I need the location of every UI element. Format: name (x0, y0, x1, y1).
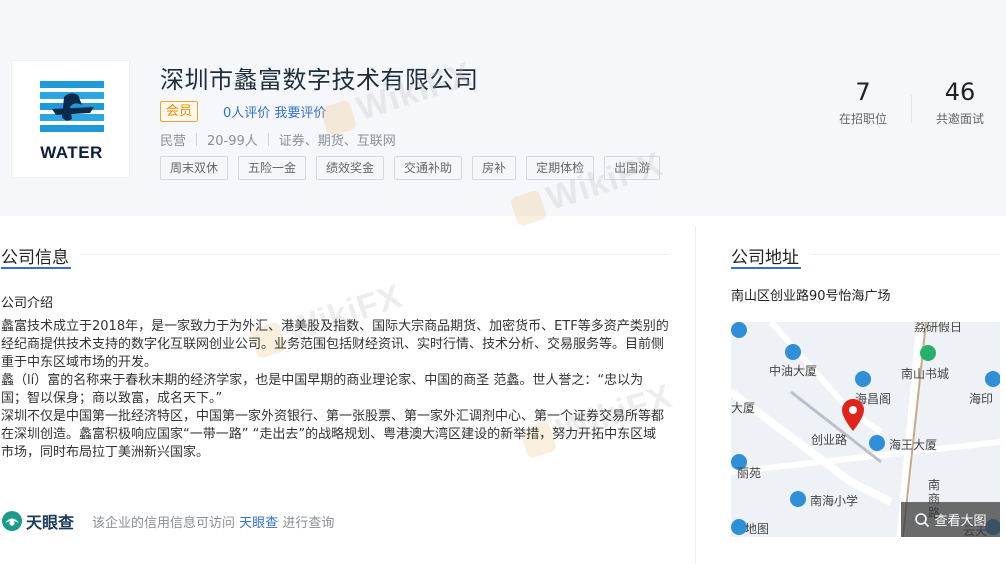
tianyancha-credit: 天眼查 该企业的信用信息可访问 天眼查 进行查询 (1, 509, 334, 533)
benefit-tags: 周末双休 五险一金 绩效奖金 交通补助 房补 定期体检 出国游 (160, 156, 670, 180)
jobs-stat[interactable]: 7 在招职位 (833, 78, 893, 127)
jobs-label: 在招职位 (838, 112, 887, 126)
map-label: 荔研假日 (914, 322, 963, 334)
map-label: 南海小学 (810, 494, 859, 508)
intro-paragraph: 蠡富技术成立于2018年，是一家致力于为外汇、港美股及指数、国际大宗商品期货、加… (1, 319, 669, 370)
map-label: 中油大厦 (769, 364, 818, 378)
map-label: 海印 (969, 392, 994, 406)
reviews: 0人评价 我要评价 (223, 102, 326, 121)
tianyancha-logo[interactable]: 天眼查 (1, 509, 74, 533)
intro-label: 公司介绍 (1, 296, 54, 311)
tianyancha-text: 该企业的信用信息可访问 (92, 515, 236, 531)
benefit-tag: 五险一金 (238, 156, 307, 180)
benefit-tag: 周末双休 (160, 156, 229, 180)
location-map[interactable]: 荔研假日 中油大厦 海昌阁 南山书城 海印 大厦 创业路 海王大厦 丽苑 南 商… (731, 322, 1000, 537)
benefit-tag: 交通补助 (394, 156, 463, 180)
address-section-title: 公司地址 (731, 248, 799, 268)
tianyancha-text: 进行查询 (282, 515, 335, 531)
company-size: 20-99人 (207, 134, 258, 149)
tianyancha-link[interactable]: 天眼查 (239, 516, 278, 531)
benefit-tag: 定期体检 (526, 156, 595, 180)
tianyancha-icon (2, 511, 22, 531)
location-pin-icon (842, 399, 864, 431)
benefit-tag: 房补 (472, 156, 517, 180)
tianyancha-name: 天眼查 (26, 513, 75, 532)
address-title-underline (731, 267, 801, 269)
write-review-link[interactable]: 我要评价 (274, 106, 326, 121)
title-rule (80, 254, 670, 255)
map-label: 丽苑 (737, 466, 762, 480)
tianyancha-note: 该企业的信用信息可访问 天眼查 进行查询 (92, 512, 334, 531)
search-icon (915, 512, 930, 527)
view-large-map-label: 查看大图 (934, 514, 987, 529)
interviews-stat[interactable]: 46 共邀面试 (930, 78, 990, 127)
column-divider (695, 226, 696, 564)
interviews-label: 共邀面试 (935, 112, 984, 126)
industry: 证券、期货、互联网 (278, 134, 396, 149)
company-name: 深圳市蠡富数字技术有限公司 (160, 66, 479, 94)
map-label: 创业路 (811, 433, 848, 447)
map-label: 南山书城 (901, 367, 950, 381)
map-label: 大厦 (731, 401, 756, 415)
stats-divider (911, 95, 912, 123)
interviews-count: 46 (944, 78, 976, 106)
benefit-tag: 绩效奖金 (316, 156, 385, 180)
company-logo: WATER (11, 60, 130, 178)
meta-divider (267, 133, 269, 146)
member-badge: 会员 (160, 101, 198, 122)
benefit-tag: 出国游 (604, 156, 661, 180)
jobs-count: 7 (855, 78, 871, 106)
company-header: WATER 深圳市蠡富数字技术有限公司 会员 0人评价 我要评价 民营 20-9… (0, 0, 1006, 216)
review-count-link[interactable]: 0人评价 (223, 106, 270, 121)
company-meta: 民营 20-99人 证券、期货、互联网 (160, 130, 396, 149)
logo-text: WATER (40, 143, 103, 162)
intro-paragraph: 深圳不仅是中国第一批经济特区，中国第一家外资银行、第一张股票、第一家外汇调剂中心… (1, 409, 665, 460)
view-large-map-button[interactable]: 查看大图 (901, 502, 1000, 537)
meta-divider (196, 133, 198, 146)
map-label: 地图 (745, 522, 770, 536)
info-title-underline (1, 267, 71, 269)
intro-paragraph: 蠡（lí）富的名称来于春秋末期的经济学家，也是中国早期的商业理论家、中国的商圣 … (1, 373, 644, 406)
company-address: 南山区创业路90号怡海广场 (731, 289, 891, 304)
info-section-title: 公司信息 (1, 248, 69, 268)
company-intro: 蠡富技术成立于2018年，是一家致力于为外汇、港美股及指数、国际大宗商品期货、加… (1, 318, 669, 462)
map-label: 海王大厦 (889, 438, 938, 452)
title-rule (810, 254, 1000, 255)
ownership-type: 民营 (160, 134, 187, 149)
